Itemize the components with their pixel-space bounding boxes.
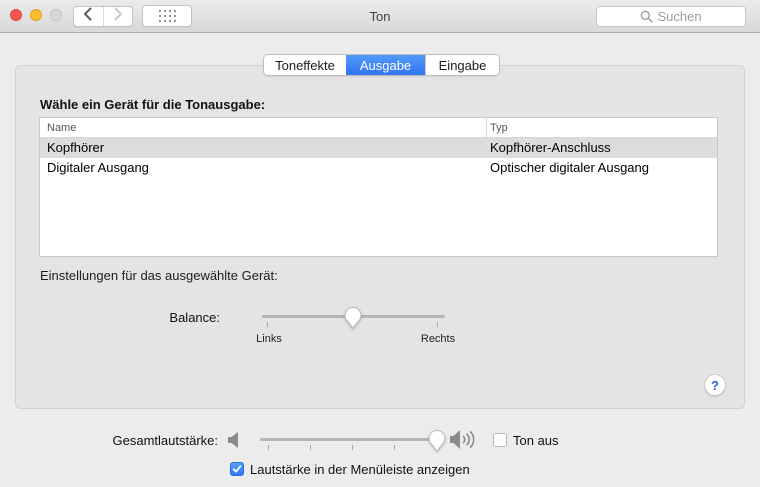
- menubar-volume-checkbox-label[interactable]: Lautstärke in der Menüleiste anzeigen: [250, 462, 470, 477]
- tab-toneffekte[interactable]: Toneffekte: [264, 55, 346, 75]
- column-divider[interactable]: [486, 118, 487, 138]
- speaker-loud-icon: [450, 429, 484, 455]
- output-device-heading: Wähle ein Gerät für die Tonausgabe:: [40, 97, 266, 112]
- device-type: Kopfhörer-Anschluss: [490, 140, 611, 155]
- table-header: Name Typ: [40, 118, 717, 138]
- volume-slider-track[interactable]: [260, 438, 445, 441]
- balance-slider-thumb[interactable]: [344, 306, 362, 329]
- master-volume-label: Gesamtlautstärke:: [112, 433, 219, 448]
- slider-tick: [310, 445, 311, 450]
- mute-checkbox-label[interactable]: Ton aus: [513, 433, 559, 448]
- speaker-quiet-icon: [228, 431, 244, 454]
- slider-tick: [352, 445, 353, 450]
- search-input[interactable]: Suchen: [596, 6, 746, 27]
- help-button[interactable]: ?: [704, 374, 726, 396]
- tab-ausgabe[interactable]: Ausgabe: [346, 55, 425, 75]
- balance-left-label: Links: [256, 333, 282, 345]
- device-name: Digitaler Ausgang: [47, 160, 149, 175]
- search-placeholder: Suchen: [657, 9, 702, 24]
- table-row-digitaler-ausgang[interactable]: Digitaler Ausgang Optischer digitaler Au…: [40, 158, 717, 178]
- slider-tick: [394, 445, 395, 450]
- tab-eingabe[interactable]: Eingabe: [425, 55, 499, 75]
- column-header-name[interactable]: Name: [47, 118, 76, 138]
- slider-tick: [267, 322, 268, 327]
- tab-bar: Toneffekte Ausgabe Eingabe: [263, 54, 500, 76]
- output-device-table: Name Typ Kopfhörer Kopfhörer-Anschluss D…: [39, 117, 718, 257]
- volume-slider-thumb[interactable]: [428, 429, 446, 452]
- search-icon: [640, 10, 654, 23]
- device-name: Kopfhörer: [47, 140, 105, 155]
- table-row-kopfhoerer[interactable]: Kopfhörer Kopfhörer-Anschluss: [40, 138, 717, 158]
- mute-checkbox[interactable]: [493, 433, 507, 447]
- slider-tick: [437, 322, 438, 327]
- balance-right-label: Rechts: [420, 333, 456, 345]
- device-settings-heading: Einstellungen für das ausgewählte Gerät:: [40, 268, 278, 283]
- slider-tick: [268, 445, 269, 450]
- titlebar: Ton Suchen: [0, 0, 760, 33]
- menubar-volume-checkbox[interactable]: [230, 462, 244, 476]
- balance-label: Balance:: [169, 310, 220, 325]
- sound-preferences-window: Ton Suchen Toneffekte Ausgabe Eingabe Wä…: [0, 0, 760, 487]
- checkmark-icon: [232, 464, 242, 474]
- column-header-typ[interactable]: Typ: [490, 118, 508, 138]
- device-type: Optischer digitaler Ausgang: [490, 160, 649, 175]
